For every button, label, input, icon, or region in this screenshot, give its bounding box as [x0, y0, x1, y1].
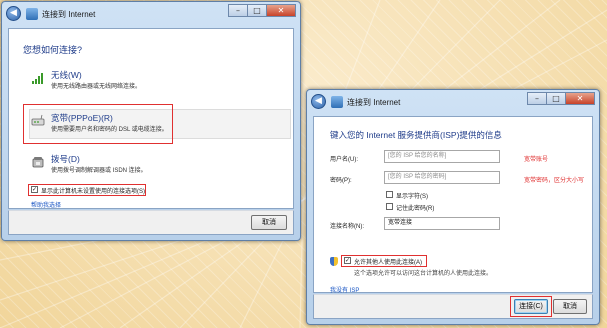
- page-heading: 键入您的 Internet 服务提供商(ISP)提供的信息: [330, 130, 502, 140]
- isp-info-window: ◀ 连接到 Internet – □ ✕ 键入您的 Internet 服务提供商…: [306, 89, 600, 325]
- title-bar: ◀ 连接到 Internet – □ ✕: [2, 2, 300, 28]
- help-link[interactable]: 帮助我选择: [31, 200, 61, 209]
- allow-others-label: 允许其他人使用此连接(A): [354, 260, 422, 266]
- show-chars-label: 显示字符(S): [396, 194, 428, 200]
- broadband-icon: [31, 114, 45, 126]
- maximize-button[interactable]: □: [546, 92, 566, 105]
- connection-name-input[interactable]: 宽带连接: [384, 217, 500, 230]
- show-chars-checkbox[interactable]: [386, 191, 393, 198]
- phone-icon: [32, 157, 44, 168]
- network-icon: [26, 8, 38, 20]
- cancel-button[interactable]: 取消: [251, 215, 287, 230]
- username-annotation: 宽带账号: [524, 157, 549, 163]
- connect-button[interactable]: 连接(C): [514, 299, 548, 314]
- network-icon: [331, 96, 343, 108]
- window-content: 键入您的 Internet 服务提供商(ISP)提供的信息 用户名(U): [您…: [313, 116, 593, 294]
- option-description: 使用无线路由器或无线网络连接。: [51, 84, 142, 90]
- allow-others-checkbox[interactable]: ✓: [344, 257, 351, 264]
- window-controls: – □ ✕: [527, 92, 595, 105]
- minimize-button[interactable]: –: [527, 92, 547, 105]
- title-bar: ◀ 连接到 Internet – □ ✕: [307, 90, 599, 116]
- connection-name-label: 连接名称(N):: [330, 224, 364, 230]
- username-input[interactable]: [您的 ISP 给您的名称]: [384, 150, 500, 163]
- option-description: 使用需要用户名和密码的 DSL 或电缆连接。: [51, 127, 168, 133]
- option-title: 无线(W): [51, 70, 82, 80]
- minimize-button[interactable]: –: [228, 4, 248, 17]
- close-button[interactable]: ✕: [266, 4, 296, 17]
- option-title: 拨号(D): [51, 154, 80, 164]
- password-input[interactable]: [您的 ISP 给您的密码]: [384, 171, 500, 184]
- allow-others-description: 这个选项允许可以访问这台计算机的人使用此连接。: [354, 271, 493, 277]
- no-isp-link[interactable]: 我没有 ISP: [330, 285, 359, 294]
- wireless-bars-icon: [32, 73, 43, 84]
- page-heading: 您想如何连接?: [23, 45, 83, 55]
- window-content: 您想如何连接? 无线(W) 使用无线路由器或无线网络连接。 宽带(PPPoE)(…: [8, 28, 294, 209]
- window-footer: 取消: [8, 210, 294, 235]
- password-label: 密码(P):: [330, 178, 352, 184]
- window-title: 连接到 Internet: [347, 98, 401, 107]
- close-button[interactable]: ✕: [565, 92, 595, 105]
- window-footer: 连接(C) 取消: [313, 294, 593, 319]
- window-title: 连接到 Internet: [42, 10, 96, 19]
- show-options-label: 显示此计算机未设置使用的连接选项(S): [41, 189, 145, 195]
- remember-password-checkbox[interactable]: [386, 203, 393, 210]
- option-title: 宽带(PPPoE)(R): [51, 113, 113, 123]
- shield-icon: [330, 257, 338, 266]
- maximize-button[interactable]: □: [247, 4, 267, 17]
- show-options-checkbox[interactable]: ✓: [31, 186, 38, 193]
- connect-type-window: ◀ 连接到 Internet – □ ✕ 您想如何连接? 无线(W) 使用无线路…: [1, 1, 301, 241]
- window-controls: – □ ✕: [228, 4, 296, 17]
- back-arrow-icon[interactable]: ◀: [6, 6, 21, 21]
- password-annotation: 宽带密码，区分大小写: [524, 178, 585, 184]
- option-description: 使用拨号调制解调器或 ISDN 连接。: [51, 168, 147, 174]
- cancel-button[interactable]: 取消: [553, 299, 587, 314]
- remember-password-label: 记住此密码(R): [396, 206, 435, 212]
- back-arrow-icon[interactable]: ◀: [311, 94, 326, 109]
- username-label: 用户名(U):: [330, 157, 358, 163]
